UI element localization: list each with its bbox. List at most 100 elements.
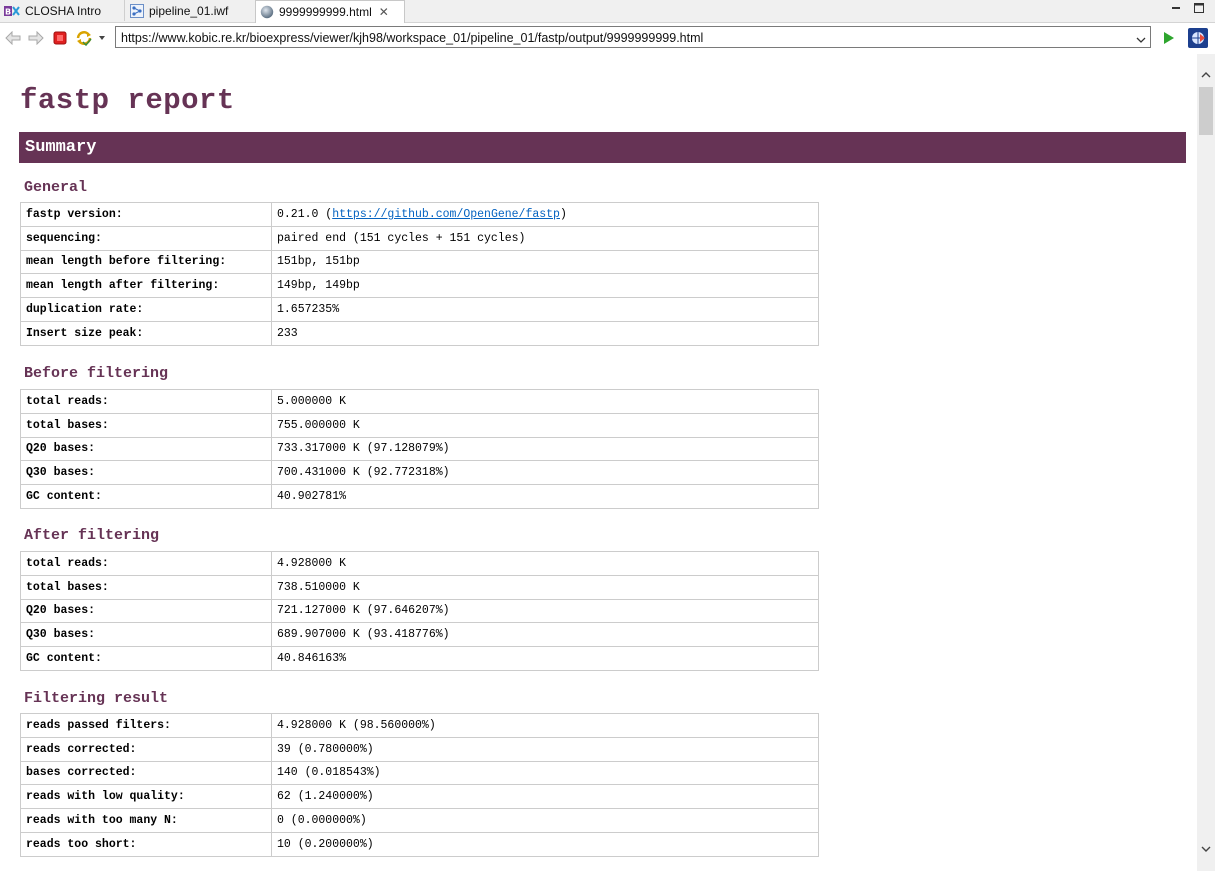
closha-logo-icon: B (4, 5, 20, 16)
row-value: paired end (151 cycles + 151 cycles) (271, 225, 819, 251)
before-filtering-heading: Before filtering (24, 365, 169, 382)
summary-heading: Summary (19, 132, 1186, 163)
table-row: total bases: 755.000000 K (20, 412, 819, 438)
tab-pipeline-iwf[interactable]: pipeline_01.iwf (126, 0, 259, 21)
fastp-github-link[interactable]: https://github.com/OpenGene/fastp (332, 208, 560, 221)
chevron-down-icon[interactable] (1136, 30, 1146, 49)
browser-toolbar (0, 23, 1215, 53)
row-key: Insert size peak: (20, 320, 272, 346)
table-row: Q20 bases: 721.127000 K (97.646207%) (20, 598, 819, 624)
refresh-icon[interactable] (75, 29, 93, 47)
filtering-result-heading: Filtering result (24, 690, 169, 707)
row-key: reads passed filters: (20, 713, 272, 738)
row-key: sequencing: (20, 225, 272, 251)
row-value: 1.657235% (271, 297, 819, 322)
stop-icon[interactable] (51, 29, 69, 47)
row-value: 4.928000 K (98.560000%) (271, 713, 819, 738)
row-key: bases corrected: (20, 760, 272, 786)
row-value: 733.317000 K (97.128079%) (271, 436, 819, 462)
after-filtering-heading: After filtering (24, 527, 160, 544)
tab-label: 9999999999.html (279, 5, 372, 19)
scroll-down-icon[interactable] (1201, 838, 1211, 857)
row-key: fastp version: (20, 202, 272, 227)
before-filtering-table: total reads: 5.000000 K total bases: 755.0… (20, 389, 819, 509)
row-key: Q20 bases: (20, 598, 272, 624)
table-row: Q20 bases: 733.317000 K (97.128079%) (20, 436, 819, 462)
row-value: 0 (0.000000%) (271, 808, 819, 833)
table-row: reads with low quality: 62 (1.240000%) (20, 784, 819, 810)
row-value: 40.846163% (271, 646, 819, 671)
row-key: reads with low quality: (20, 784, 272, 810)
row-value: 10 (0.200000%) (271, 831, 819, 857)
row-key: Q30 bases: (20, 460, 272, 486)
scrollbar-thumb[interactable] (1199, 87, 1213, 135)
row-value: 5.000000 K (271, 389, 819, 414)
row-value: 40.902781% (271, 484, 819, 509)
row-value: 149bp, 149bp (271, 273, 819, 299)
refresh-dropdown-icon[interactable] (98, 29, 106, 47)
table-row: mean length before filtering: 151bp, 151b… (20, 249, 819, 275)
row-value: 738.510000 K (271, 574, 819, 600)
table-row: Insert size peak: 233 (20, 320, 819, 346)
row-key: reads with too many N: (20, 808, 272, 833)
row-key: mean length after filtering: (20, 273, 272, 299)
svg-text:B: B (5, 7, 11, 16)
table-row: reads with too many N: 0 (0.000000%) (20, 808, 819, 833)
workflow-file-icon (130, 3, 144, 18)
page-title: fastp report (20, 84, 235, 117)
table-row: total reads: 5.000000 K (20, 389, 819, 414)
version-text: 0.21.0 ( (277, 207, 333, 221)
tab-closha-intro[interactable]: B CLOSHA Intro (0, 0, 125, 21)
table-row: total bases: 738.510000 K (20, 574, 819, 600)
row-value: 39 (0.780000%) (271, 736, 819, 762)
row-key: reads corrected: (20, 736, 272, 762)
tab-label: pipeline_01.iwf (149, 3, 229, 18)
row-value: 4.928000 K (271, 551, 819, 576)
row-key: Q20 bases: (20, 436, 272, 462)
version-text-end: ) (559, 207, 567, 221)
table-row: Q30 bases: 700.431000 K (92.772318%) (20, 460, 819, 486)
go-icon[interactable] (1159, 29, 1177, 47)
filtering-result-table: reads passed filters: 4.928000 K (98.5600… (20, 713, 819, 857)
vertical-scrollbar[interactable] (1197, 54, 1215, 871)
tab-label: CLOSHA Intro (25, 3, 102, 18)
row-value: 721.127000 K (97.646207%) (271, 598, 819, 624)
minimize-icon[interactable] (1168, 2, 1184, 17)
row-value: 689.907000 K (93.418776%) (271, 622, 819, 648)
row-key: total reads: (20, 551, 272, 576)
editor-tab-bar: B CLOSHA Intro pipeline_01.iwf 999999999… (0, 0, 1215, 23)
table-row: reads corrected: 39 (0.780000%) (20, 736, 819, 762)
tab-report-html[interactable]: 9999999999.html ✕ (255, 0, 405, 23)
back-icon[interactable] (4, 29, 22, 47)
row-key: GC content: (20, 484, 272, 509)
row-value: 62 (1.240000%) (271, 784, 819, 810)
row-key: Q30 bases: (20, 622, 272, 648)
row-value: 755.000000 K (271, 412, 819, 438)
table-row: GC content: 40.846163% (20, 646, 819, 671)
table-row: duplication rate: 1.657235% (20, 297, 819, 322)
table-row: bases corrected: 140 (0.018543%) (20, 760, 819, 786)
forward-icon[interactable] (27, 29, 45, 47)
scroll-up-icon[interactable] (1201, 64, 1211, 83)
after-filtering-table: total reads: 4.928000 K total bases: 738.5… (20, 551, 819, 671)
row-key: GC content: (20, 646, 272, 671)
row-key: total bases: (20, 574, 272, 600)
table-row: mean length after filtering: 149bp, 149bp (20, 273, 819, 299)
close-tab-icon[interactable]: ✕ (379, 5, 389, 19)
row-key: reads too short: (20, 831, 272, 857)
row-key: duplication rate: (20, 297, 272, 322)
general-heading: General (24, 179, 88, 196)
address-bar[interactable] (115, 26, 1151, 48)
table-row: reads too short: 10 (0.200000%) (20, 831, 819, 857)
url-input[interactable] (119, 28, 1128, 48)
table-row: sequencing: paired end (151 cycles + 151 … (20, 225, 819, 251)
globe-icon (260, 5, 274, 19)
table-row: reads passed filters: 4.928000 K (98.5600… (20, 713, 819, 738)
general-table: fastp version: 0.21.0 (https://github.co… (20, 202, 819, 346)
table-row: Q30 bases: 689.907000 K (93.418776%) (20, 622, 819, 648)
maximize-icon[interactable] (1191, 2, 1207, 17)
table-row: GC content: 40.902781% (20, 484, 819, 509)
row-value: 233 (271, 320, 819, 346)
report-viewport: fastp report Summary General fastp versi… (0, 54, 1197, 871)
open-external-browser-icon[interactable] (1187, 27, 1209, 49)
